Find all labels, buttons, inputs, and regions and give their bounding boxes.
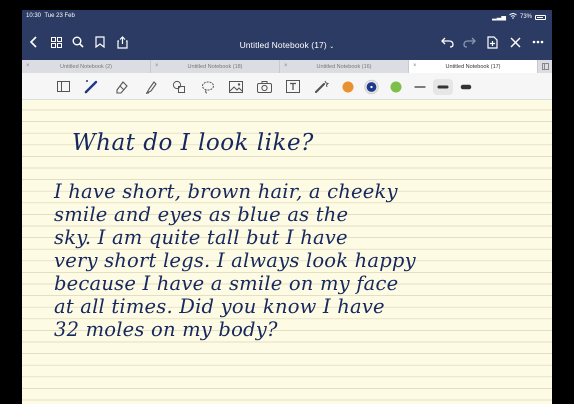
pen-icon[interactable] xyxy=(84,79,99,94)
note-heading: What do I look like? xyxy=(72,130,314,156)
cellular-signal-icon: ▂▃▅ xyxy=(492,14,506,21)
tab-close-icon[interactable]: × xyxy=(413,63,417,69)
eraser-icon[interactable] xyxy=(114,79,129,94)
drawing-toolbar xyxy=(22,73,552,100)
chevron-down-icon: ⌄ xyxy=(329,44,335,50)
note-page[interactable]: What do I look like? I have short, brown… xyxy=(22,100,552,404)
wifi-icon xyxy=(509,13,517,21)
pages-icon[interactable] xyxy=(56,79,71,94)
tab-close-icon[interactable]: × xyxy=(284,63,288,69)
battery-percent: 73% xyxy=(519,14,532,20)
stroke-width-thick[interactable] xyxy=(458,79,473,94)
status-bar: 10:30 Tue 23 Feb ▂▃▅ 73% xyxy=(22,10,552,22)
tab-close-icon[interactable]: × xyxy=(155,63,159,69)
nav-bar: Untitled Notebook (17) ⌄ xyxy=(22,22,552,60)
status-time: 10:30 Tue 23 Feb xyxy=(26,13,75,19)
tab-untitled-notebook-18[interactable]: × Untitled Notebook (18) xyxy=(151,60,280,73)
note-line: because I have a smile on my face xyxy=(54,272,399,295)
text-icon[interactable] xyxy=(285,79,300,94)
note-line: at all times. Did you know I have xyxy=(54,295,385,318)
stroke-width-thin[interactable] xyxy=(412,79,427,94)
lasso-icon[interactable] xyxy=(200,79,215,94)
redo-icon[interactable] xyxy=(462,35,476,49)
note-line: very short legs. I always look happy xyxy=(54,249,416,272)
tab-overflow-icon[interactable] xyxy=(538,60,552,73)
tab-untitled-notebook-17[interactable]: × Untitled Notebook (17) xyxy=(409,60,538,73)
add-page-icon[interactable] xyxy=(485,35,499,49)
more-icon[interactable] xyxy=(531,35,545,49)
camera-icon[interactable] xyxy=(257,79,272,94)
note-line: sky. I am quite tall but I have xyxy=(54,226,348,249)
undo-icon[interactable] xyxy=(440,35,454,49)
note-line: smile and eyes as blue as the xyxy=(54,203,349,226)
image-icon[interactable] xyxy=(228,79,243,94)
color-swatch-green[interactable] xyxy=(388,79,403,94)
ipad-screen: 10:30 Tue 23 Feb ▂▃▅ 73% Untitled Notebo… xyxy=(22,10,552,404)
notebook-tabs: × Untitled Notebook (2) × Untitled Noteb… xyxy=(22,60,552,73)
tab-untitled-notebook-2[interactable]: × Untitled Notebook (2) xyxy=(22,60,151,73)
battery-icon xyxy=(535,14,546,20)
note-line: 32 moles on my body? xyxy=(54,318,278,341)
shapes-icon[interactable] xyxy=(172,79,187,94)
tab-untitled-notebook-16[interactable]: × Untitled Notebook (16) xyxy=(280,60,409,73)
status-indicators: ▂▃▅ 73% xyxy=(492,13,546,21)
color-swatch-orange[interactable] xyxy=(340,79,355,94)
laser-pointer-icon[interactable] xyxy=(314,79,329,94)
highlighter-icon[interactable] xyxy=(143,79,158,94)
color-swatch-blue-selected[interactable] xyxy=(364,79,379,94)
stroke-width-medium-selected[interactable] xyxy=(433,78,453,95)
note-line: I have short, brown hair, a cheeky xyxy=(54,180,398,203)
tab-close-icon[interactable]: × xyxy=(26,63,30,69)
close-icon[interactable] xyxy=(508,35,522,49)
